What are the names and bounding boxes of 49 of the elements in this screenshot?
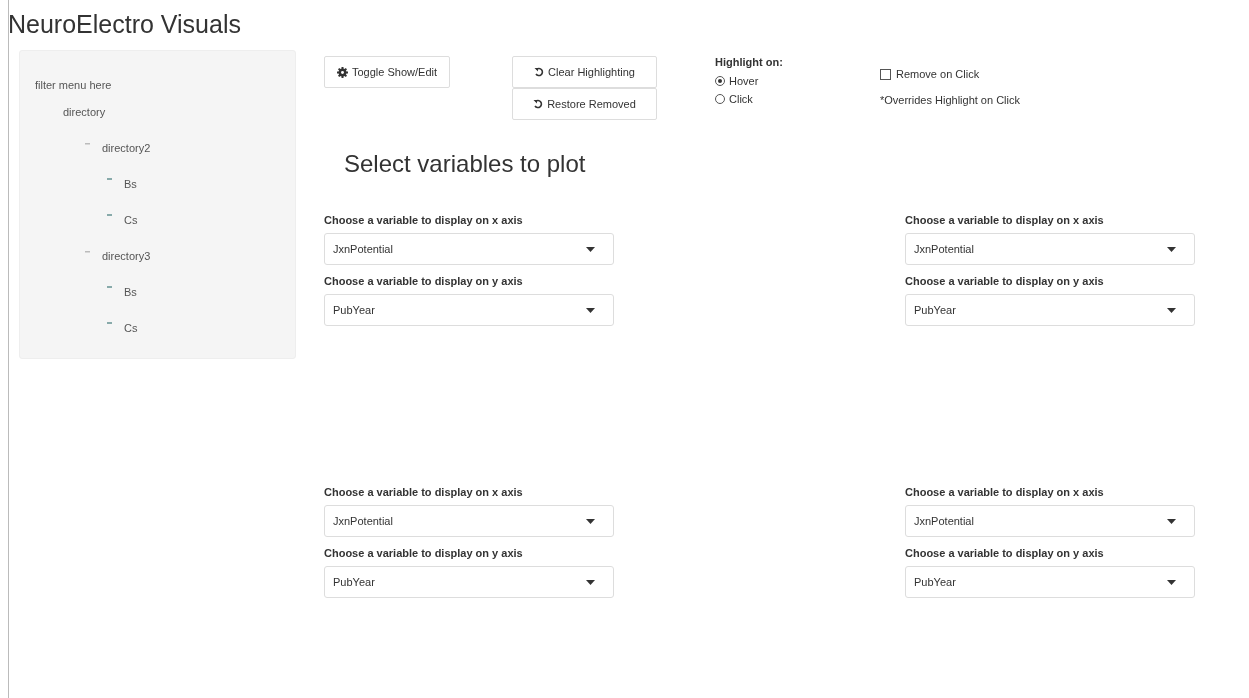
x-axis-dropdown[interactable]: JxnPotential: [905, 505, 1195, 537]
caret-icon: [1167, 579, 1176, 585]
bullet-icon: [107, 322, 112, 325]
field-label: Choose a variable to display on y axis: [905, 547, 1105, 559]
bullet-icon: [107, 178, 112, 181]
toggle-button[interactable]: Toggle Show/Edit: [324, 56, 450, 88]
tree-item[interactable]: directory3: [102, 249, 151, 262]
caret-icon: [1167, 246, 1176, 252]
caret-icon: [586, 307, 595, 313]
gear-icon: [337, 66, 348, 78]
caret-icon: [586, 579, 595, 585]
field-label: Choose a variable to display on x axis: [905, 486, 1105, 498]
caret-icon: [1167, 307, 1176, 313]
y-axis-dropdown[interactable]: PubYear: [905, 566, 1195, 598]
radio-option[interactable]: Hover: [715, 72, 880, 90]
tree-item[interactable]: Cs: [124, 213, 138, 226]
field-label: Choose a variable to display on y axis: [905, 275, 1105, 287]
y-axis-dropdown[interactable]: PubYear: [324, 294, 614, 326]
field-label: Choose a variable to display on y axis: [324, 275, 524, 287]
tree-item[interactable]: Cs: [124, 321, 138, 334]
undo-icon: [534, 67, 545, 77]
note-text: *Overrides Highlight on Click: [880, 94, 1020, 106]
field-label: Choose a variable to display on x axis: [905, 214, 1105, 226]
x-axis-dropdown[interactable]: JxnPotential: [324, 505, 614, 537]
tree-item[interactable]: Bs: [124, 285, 137, 298]
caret-icon: [586, 518, 595, 524]
checkbox[interactable]: [880, 68, 891, 80]
tree-item[interactable]: Bs: [124, 177, 137, 190]
checkbox-option[interactable]: Remove on Click: [880, 68, 1020, 80]
caret-icon: [586, 246, 595, 252]
restore-removed-button[interactable]: Restore Removed: [512, 88, 657, 120]
radio-option[interactable]: Click: [715, 90, 880, 108]
tree-item[interactable]: directory: [63, 105, 106, 118]
section-heading: Select variables to plot: [344, 150, 587, 179]
highlight-label: Highlight on:: [715, 56, 784, 68]
field-label: Choose a variable to display on y axis: [324, 547, 524, 559]
field-label: Choose a variable to display on x axis: [324, 214, 524, 226]
x-axis-dropdown[interactable]: JxnPotential: [905, 233, 1195, 265]
sidebar-heading: filter menu here: [35, 79, 113, 91]
bullet-icon: [107, 214, 112, 217]
clear-highlighting-button[interactable]: Clear Highlighting: [512, 56, 657, 88]
y-axis-dropdown[interactable]: PubYear: [324, 566, 614, 598]
undo-icon: [533, 99, 544, 109]
field-label: Choose a variable to display on x axis: [324, 486, 524, 498]
tree-item[interactable]: directory2: [102, 141, 151, 154]
x-axis-dropdown[interactable]: JxnPotential: [324, 233, 614, 265]
caret-icon: [1167, 518, 1176, 524]
bullet-icon: [107, 286, 112, 289]
y-axis-dropdown[interactable]: PubYear: [905, 294, 1195, 326]
